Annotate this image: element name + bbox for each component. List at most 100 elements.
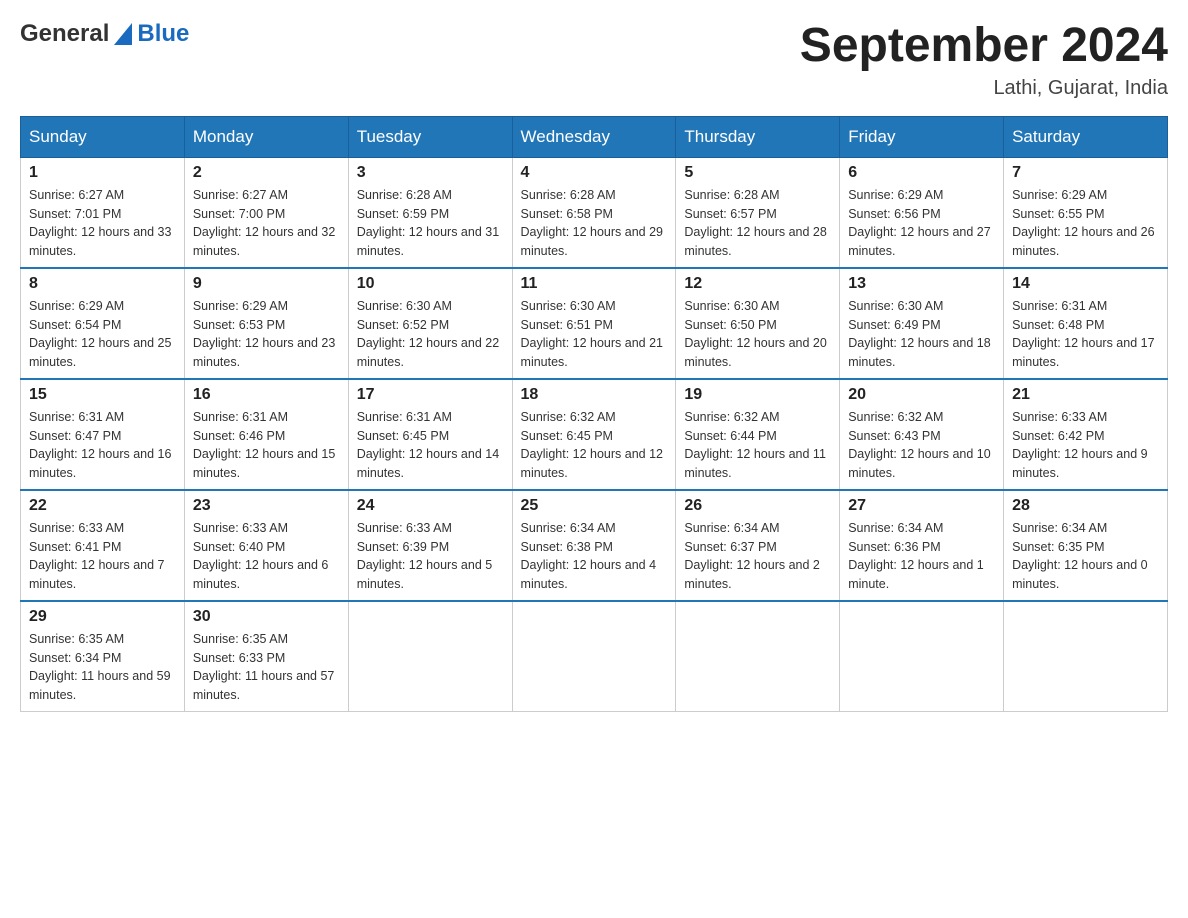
calendar-cell: 2 Sunrise: 6:27 AMSunset: 7:00 PMDayligh… <box>184 157 348 268</box>
calendar-week-row: 1 Sunrise: 6:27 AMSunset: 7:01 PMDayligh… <box>21 157 1168 268</box>
logo: General Blue <box>20 20 189 48</box>
calendar-cell <box>840 601 1004 712</box>
calendar-cell: 20 Sunrise: 6:32 AMSunset: 6:43 PMDaylig… <box>840 379 1004 490</box>
logo-general-text: General <box>20 20 109 48</box>
day-info: Sunrise: 6:29 AMSunset: 6:54 PMDaylight:… <box>29 297 176 372</box>
day-number: 26 <box>684 497 831 515</box>
calendar-cell: 16 Sunrise: 6:31 AMSunset: 6:46 PMDaylig… <box>184 379 348 490</box>
day-info: Sunrise: 6:31 AMSunset: 6:46 PMDaylight:… <box>193 408 340 483</box>
calendar-cell: 4 Sunrise: 6:28 AMSunset: 6:58 PMDayligh… <box>512 157 676 268</box>
day-number: 21 <box>1012 386 1159 404</box>
day-info: Sunrise: 6:34 AMSunset: 6:36 PMDaylight:… <box>848 519 995 594</box>
calendar-cell: 26 Sunrise: 6:34 AMSunset: 6:37 PMDaylig… <box>676 490 840 601</box>
day-number: 18 <box>521 386 668 404</box>
day-info: Sunrise: 6:28 AMSunset: 6:57 PMDaylight:… <box>684 186 831 261</box>
calendar-cell: 19 Sunrise: 6:32 AMSunset: 6:44 PMDaylig… <box>676 379 840 490</box>
calendar-header-thursday: Thursday <box>676 116 840 157</box>
day-number: 10 <box>357 275 504 293</box>
day-number: 12 <box>684 275 831 293</box>
calendar-cell: 21 Sunrise: 6:33 AMSunset: 6:42 PMDaylig… <box>1004 379 1168 490</box>
day-number: 1 <box>29 164 176 182</box>
day-number: 28 <box>1012 497 1159 515</box>
calendar-cell: 11 Sunrise: 6:30 AMSunset: 6:51 PMDaylig… <box>512 268 676 379</box>
day-info: Sunrise: 6:32 AMSunset: 6:44 PMDaylight:… <box>684 408 831 483</box>
day-number: 23 <box>193 497 340 515</box>
day-number: 11 <box>521 275 668 293</box>
day-info: Sunrise: 6:34 AMSunset: 6:38 PMDaylight:… <box>521 519 668 594</box>
calendar-cell: 8 Sunrise: 6:29 AMSunset: 6:54 PMDayligh… <box>21 268 185 379</box>
calendar-cell: 3 Sunrise: 6:28 AMSunset: 6:59 PMDayligh… <box>348 157 512 268</box>
day-info: Sunrise: 6:31 AMSunset: 6:45 PMDaylight:… <box>357 408 504 483</box>
day-info: Sunrise: 6:30 AMSunset: 6:52 PMDaylight:… <box>357 297 504 372</box>
day-number: 27 <box>848 497 995 515</box>
calendar-header-friday: Friday <box>840 116 1004 157</box>
calendar-cell: 5 Sunrise: 6:28 AMSunset: 6:57 PMDayligh… <box>676 157 840 268</box>
day-number: 4 <box>521 164 668 182</box>
day-info: Sunrise: 6:34 AMSunset: 6:35 PMDaylight:… <box>1012 519 1159 594</box>
day-number: 5 <box>684 164 831 182</box>
calendar-week-row: 15 Sunrise: 6:31 AMSunset: 6:47 PMDaylig… <box>21 379 1168 490</box>
day-info: Sunrise: 6:29 AMSunset: 6:53 PMDaylight:… <box>193 297 340 372</box>
day-info: Sunrise: 6:33 AMSunset: 6:39 PMDaylight:… <box>357 519 504 594</box>
calendar-cell: 6 Sunrise: 6:29 AMSunset: 6:56 PMDayligh… <box>840 157 1004 268</box>
day-info: Sunrise: 6:30 AMSunset: 6:51 PMDaylight:… <box>521 297 668 372</box>
calendar-table: SundayMondayTuesdayWednesdayThursdayFrid… <box>20 116 1168 712</box>
calendar-cell: 1 Sunrise: 6:27 AMSunset: 7:01 PMDayligh… <box>21 157 185 268</box>
day-info: Sunrise: 6:31 AMSunset: 6:47 PMDaylight:… <box>29 408 176 483</box>
calendar-header-saturday: Saturday <box>1004 116 1168 157</box>
day-number: 6 <box>848 164 995 182</box>
calendar-header-monday: Monday <box>184 116 348 157</box>
calendar-cell: 14 Sunrise: 6:31 AMSunset: 6:48 PMDaylig… <box>1004 268 1168 379</box>
day-info: Sunrise: 6:35 AMSunset: 6:33 PMDaylight:… <box>193 630 340 705</box>
calendar-week-row: 29 Sunrise: 6:35 AMSunset: 6:34 PMDaylig… <box>21 601 1168 712</box>
day-info: Sunrise: 6:30 AMSunset: 6:49 PMDaylight:… <box>848 297 995 372</box>
calendar-week-row: 8 Sunrise: 6:29 AMSunset: 6:54 PMDayligh… <box>21 268 1168 379</box>
title-block: September 2024 Lathi, Gujarat, India <box>800 20 1168 100</box>
day-number: 7 <box>1012 164 1159 182</box>
logo-blue-text: Blue <box>137 20 189 48</box>
calendar-title: September 2024 <box>800 20 1168 73</box>
page-header: General Blue September 2024 Lathi, Gujar… <box>20 20 1168 100</box>
calendar-cell: 10 Sunrise: 6:30 AMSunset: 6:52 PMDaylig… <box>348 268 512 379</box>
day-number: 8 <box>29 275 176 293</box>
calendar-cell: 9 Sunrise: 6:29 AMSunset: 6:53 PMDayligh… <box>184 268 348 379</box>
day-info: Sunrise: 6:33 AMSunset: 6:42 PMDaylight:… <box>1012 408 1159 483</box>
day-info: Sunrise: 6:27 AMSunset: 7:01 PMDaylight:… <box>29 186 176 261</box>
calendar-cell: 30 Sunrise: 6:35 AMSunset: 6:33 PMDaylig… <box>184 601 348 712</box>
calendar-cell <box>348 601 512 712</box>
day-info: Sunrise: 6:35 AMSunset: 6:34 PMDaylight:… <box>29 630 176 705</box>
day-info: Sunrise: 6:29 AMSunset: 6:56 PMDaylight:… <box>848 186 995 261</box>
calendar-cell: 22 Sunrise: 6:33 AMSunset: 6:41 PMDaylig… <box>21 490 185 601</box>
calendar-cell <box>1004 601 1168 712</box>
calendar-cell: 29 Sunrise: 6:35 AMSunset: 6:34 PMDaylig… <box>21 601 185 712</box>
calendar-cell <box>512 601 676 712</box>
day-info: Sunrise: 6:28 AMSunset: 6:58 PMDaylight:… <box>521 186 668 261</box>
calendar-header-tuesday: Tuesday <box>348 116 512 157</box>
day-number: 29 <box>29 608 176 626</box>
calendar-header-wednesday: Wednesday <box>512 116 676 157</box>
calendar-cell: 15 Sunrise: 6:31 AMSunset: 6:47 PMDaylig… <box>21 379 185 490</box>
calendar-cell: 12 Sunrise: 6:30 AMSunset: 6:50 PMDaylig… <box>676 268 840 379</box>
day-number: 13 <box>848 275 995 293</box>
calendar-cell: 25 Sunrise: 6:34 AMSunset: 6:38 PMDaylig… <box>512 490 676 601</box>
calendar-cell: 24 Sunrise: 6:33 AMSunset: 6:39 PMDaylig… <box>348 490 512 601</box>
day-info: Sunrise: 6:27 AMSunset: 7:00 PMDaylight:… <box>193 186 340 261</box>
calendar-cell: 13 Sunrise: 6:30 AMSunset: 6:49 PMDaylig… <box>840 268 1004 379</box>
day-number: 9 <box>193 275 340 293</box>
day-number: 14 <box>1012 275 1159 293</box>
day-info: Sunrise: 6:32 AMSunset: 6:43 PMDaylight:… <box>848 408 995 483</box>
day-number: 24 <box>357 497 504 515</box>
day-info: Sunrise: 6:33 AMSunset: 6:41 PMDaylight:… <box>29 519 176 594</box>
calendar-cell: 7 Sunrise: 6:29 AMSunset: 6:55 PMDayligh… <box>1004 157 1168 268</box>
day-info: Sunrise: 6:28 AMSunset: 6:59 PMDaylight:… <box>357 186 504 261</box>
calendar-cell: 28 Sunrise: 6:34 AMSunset: 6:35 PMDaylig… <box>1004 490 1168 601</box>
day-number: 20 <box>848 386 995 404</box>
calendar-week-row: 22 Sunrise: 6:33 AMSunset: 6:41 PMDaylig… <box>21 490 1168 601</box>
calendar-header-sunday: Sunday <box>21 116 185 157</box>
calendar-cell: 17 Sunrise: 6:31 AMSunset: 6:45 PMDaylig… <box>348 379 512 490</box>
day-info: Sunrise: 6:30 AMSunset: 6:50 PMDaylight:… <box>684 297 831 372</box>
day-info: Sunrise: 6:32 AMSunset: 6:45 PMDaylight:… <box>521 408 668 483</box>
day-number: 3 <box>357 164 504 182</box>
day-number: 16 <box>193 386 340 404</box>
day-number: 2 <box>193 164 340 182</box>
